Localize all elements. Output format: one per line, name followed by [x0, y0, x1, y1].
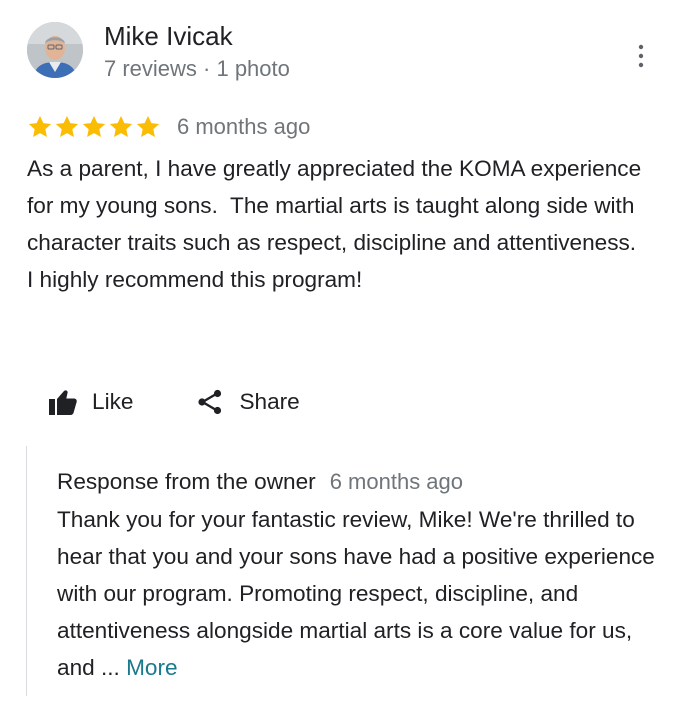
reviewer-photo-icon — [27, 22, 83, 78]
star-icon — [136, 115, 160, 137]
owner-response-header: Response from the owner 6 months ago — [57, 466, 463, 498]
more-link[interactable]: More — [126, 655, 177, 680]
more-vert-icon — [638, 44, 644, 68]
like-button[interactable]: Like — [48, 387, 133, 417]
review-card: Mike Ivicak 7 reviews · 1 photo 6 months… — [0, 0, 685, 718]
review-date: 6 months ago — [177, 114, 311, 139]
share-label: Share — [239, 389, 300, 414]
thumbs-up-icon — [48, 387, 78, 417]
star-icon — [109, 115, 133, 137]
owner-response-date: 6 months ago — [329, 469, 464, 494]
rating-row: 6 months ago — [27, 112, 310, 142]
reviewer-name[interactable]: Mike Ivicak — [104, 20, 233, 52]
star-icon — [82, 115, 106, 137]
star-icon — [28, 115, 52, 137]
share-button[interactable]: Share — [195, 387, 300, 417]
more-options-button[interactable] — [626, 40, 656, 72]
star-rating — [27, 114, 161, 140]
review-text: As a parent, I have greatly appreciated … — [27, 156, 655, 292]
owner-response-title: Response from the owner — [57, 469, 316, 494]
owner-response: Response from the owner 6 months ago Than… — [26, 446, 667, 696]
review-actions: Like Share — [48, 382, 300, 422]
like-label: Like — [92, 389, 134, 414]
owner-response-text-block: Thank you for your fantastic review, Mik… — [57, 501, 657, 686]
share-icon — [195, 387, 225, 417]
reviewer-meta[interactable]: 7 reviews · 1 photo — [104, 55, 290, 83]
star-icon — [55, 115, 79, 137]
reviewer-avatar[interactable] — [27, 22, 83, 78]
